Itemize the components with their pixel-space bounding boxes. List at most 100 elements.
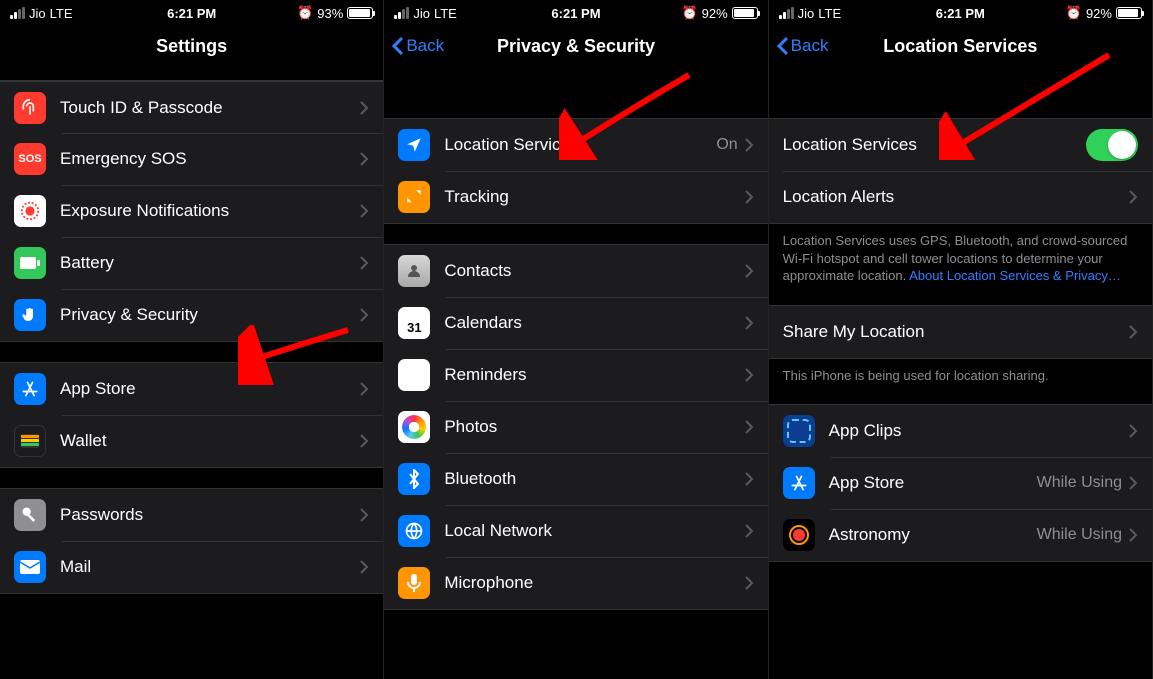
privacy-group-2: Contacts 31 Calendars Reminders Photos [384,244,767,610]
row-microphone[interactable]: Microphone [384,557,767,609]
row-astronomy[interactable]: Astronomy While Using [769,509,1152,561]
row-tracking[interactable]: Tracking [384,171,767,223]
row-wallet[interactable]: Wallet [0,415,383,467]
chevron-right-icon [744,471,754,487]
network-label: LTE [434,6,457,21]
row-label: App Store [829,473,1037,493]
row-appstore[interactable]: App Store [0,363,383,415]
row-calendars[interactable]: 31 Calendars [384,297,767,349]
chevron-right-icon [744,263,754,279]
row-appclips[interactable]: App Clips [769,405,1152,457]
row-sos[interactable]: SOS Emergency SOS [0,133,383,185]
row-reminders[interactable]: Reminders [384,349,767,401]
signal-icon [394,7,409,19]
row-label: Mail [60,557,359,577]
row-location[interactable]: Location Services On [384,119,767,171]
chevron-right-icon [1128,423,1138,439]
row-touchid[interactable]: Touch ID & Passcode [0,81,383,133]
bluetooth-icon [398,463,430,495]
battery-icon [347,7,373,19]
row-passwords[interactable]: Passwords [0,489,383,541]
appstore-icon [14,373,46,405]
settings-group-1: Touch ID & Passcode SOS Emergency SOS Ex… [0,80,383,342]
row-label: Privacy & Security [60,305,359,325]
back-label: Back [791,36,829,56]
calendar-icon: 31 [398,307,430,339]
sos-icon: SOS [14,143,46,175]
row-label: App Store [60,379,359,399]
row-privacy[interactable]: Privacy & Security [0,289,383,341]
nav-header: Back Location Services [769,24,1152,68]
row-exposure[interactable]: Exposure Notifications [0,185,383,237]
row-label: Exposure Notifications [60,201,359,221]
location-group-toggle: Location Services Location Alerts [769,118,1152,224]
page-title: Settings [0,36,383,57]
row-value: On [716,136,737,154]
row-label: Touch ID & Passcode [60,98,359,118]
location-arrow-icon [398,129,430,161]
back-label: Back [406,36,444,56]
row-label: Location Services [783,135,1086,155]
back-button[interactable]: Back [777,36,829,56]
chevron-right-icon [359,381,369,397]
microphone-icon [398,567,430,599]
contacts-icon [398,255,430,287]
row-label: Bluetooth [444,469,743,489]
appstore-icon [783,467,815,499]
settings-group-3: Passwords Mail [0,488,383,594]
network-label: LTE [818,6,841,21]
toggle-switch[interactable] [1086,129,1138,161]
row-label: Battery [60,253,359,273]
nav-header: Back Privacy & Security [384,24,767,68]
alarm-icon: ⏰ [1066,5,1082,21]
row-mail[interactable]: Mail [0,541,383,593]
row-label: Photos [444,417,743,437]
row-contacts[interactable]: Contacts [384,245,767,297]
row-label: Contacts [444,261,743,281]
battery-percent: 93% [317,6,343,21]
row-location-alerts[interactable]: Location Alerts [769,171,1152,223]
row-battery[interactable]: Battery [0,237,383,289]
row-label: Astronomy [829,525,1037,545]
chevron-right-icon [359,559,369,575]
row-photos[interactable]: Photos [384,401,767,453]
row-bluetooth[interactable]: Bluetooth [384,453,767,505]
key-icon [14,499,46,531]
back-button[interactable]: Back [392,36,444,56]
row-share-location[interactable]: Share My Location [769,306,1152,358]
row-label: Microphone [444,573,743,593]
location-description: Location Services uses GPS, Bluetooth, a… [769,224,1152,293]
reminders-icon [398,359,430,391]
network-icon [398,515,430,547]
battery-row-icon [14,247,46,279]
row-label: App Clips [829,421,1128,441]
row-label: Emergency SOS [60,149,359,169]
chevron-right-icon [359,151,369,167]
chevron-right-icon [744,575,754,591]
row-label: Tracking [444,187,743,207]
row-localnet[interactable]: Local Network [384,505,767,557]
chevron-right-icon [359,255,369,271]
row-appstore-loc[interactable]: App Store While Using [769,457,1152,509]
exposure-icon [14,195,46,227]
chevron-right-icon [744,523,754,539]
row-label: Local Network [444,521,743,541]
signal-icon [10,7,25,19]
share-footer: This iPhone is being used for location s… [769,359,1152,393]
tracking-icon [398,181,430,213]
row-label: Wallet [60,431,359,451]
mail-icon [14,551,46,583]
about-link[interactable]: About Location Services & Privacy… [909,268,1121,283]
alarm-icon: ⏰ [681,5,697,21]
row-label: Reminders [444,365,743,385]
row-location-toggle[interactable]: Location Services [769,119,1152,171]
nav-header: Settings [0,24,383,68]
chevron-right-icon [359,203,369,219]
hand-icon [14,299,46,331]
status-bar: Jio LTE 6:21 PM ⏰ 93% [0,0,383,24]
row-value: While Using [1037,474,1122,492]
chevron-right-icon [1128,324,1138,340]
wallet-icon [14,425,46,457]
row-label: Share My Location [783,322,1128,342]
screen-location: Jio LTE 6:21 PM ⏰ 92% Back Location Serv… [769,0,1153,679]
